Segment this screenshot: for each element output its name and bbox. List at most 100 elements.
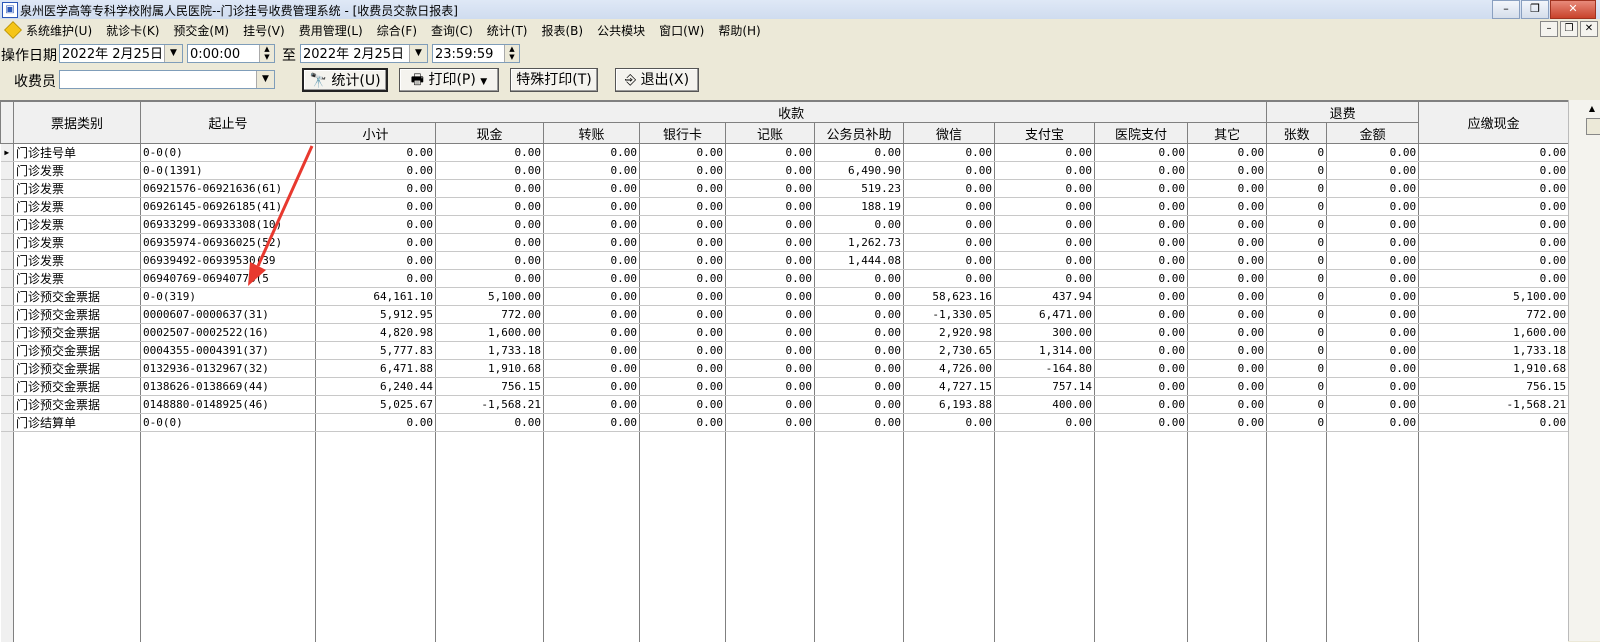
cell-amount[interactable]: 0.00 bbox=[1327, 288, 1419, 306]
cell-amount[interactable]: 0.00 bbox=[726, 306, 815, 324]
cashier-select[interactable]: ▼ bbox=[59, 70, 275, 89]
cell-amount[interactable]: 0.00 bbox=[544, 414, 640, 432]
cell-amount[interactable]: 0.00 bbox=[904, 198, 995, 216]
cell-amount[interactable]: 0.00 bbox=[1327, 180, 1419, 198]
cell-amount[interactable]: 0.00 bbox=[995, 270, 1095, 288]
cell-amount[interactable]: 0.00 bbox=[1095, 288, 1188, 306]
cell-amount[interactable]: 0.00 bbox=[726, 144, 815, 162]
cell-amount[interactable]: 6,240.44 bbox=[316, 378, 436, 396]
cell-amount[interactable]: 0.00 bbox=[1327, 252, 1419, 270]
cell-amount[interactable]: 0.00 bbox=[1188, 234, 1267, 252]
menu-window[interactable]: 窗口(W) bbox=[659, 22, 704, 39]
col-header[interactable]: 应缴现金 bbox=[1419, 102, 1568, 144]
col-header[interactable]: 起止号 bbox=[141, 102, 316, 144]
menu-system[interactable]: 系统维护(U) bbox=[26, 22, 92, 39]
col-header[interactable]: 张数 bbox=[1267, 123, 1327, 144]
cell-amount[interactable]: 0.00 bbox=[1095, 396, 1188, 414]
cell-amount[interactable]: 772.00 bbox=[1419, 306, 1568, 324]
cell-category[interactable]: 门诊发票 bbox=[14, 252, 141, 270]
menu-fee[interactable]: 费用管理(L) bbox=[299, 22, 363, 39]
cell-amount[interactable]: 0.00 bbox=[1419, 162, 1568, 180]
cell-amount[interactable]: 0.00 bbox=[1095, 324, 1188, 342]
cell-amount[interactable]: 0.00 bbox=[726, 252, 815, 270]
cell-number-range[interactable]: 0148880-0148925(46) bbox=[141, 396, 316, 414]
chevron-down-icon[interactable]: ▼ bbox=[164, 45, 182, 62]
menu-report[interactable]: 报表(B) bbox=[541, 22, 583, 39]
cell-amount[interactable]: 1,600.00 bbox=[1419, 324, 1568, 342]
cell-amount[interactable]: 0.00 bbox=[1188, 288, 1267, 306]
cell-amount[interactable]: 0.00 bbox=[436, 144, 544, 162]
cell-amount[interactable]: 0.00 bbox=[544, 306, 640, 324]
cell-amount[interactable]: 2,730.65 bbox=[904, 342, 995, 360]
exit-button[interactable]: ⎆ 退出(X) bbox=[615, 68, 699, 92]
close-button[interactable]: ✕ bbox=[1550, 0, 1596, 19]
cell-amount[interactable]: 0.00 bbox=[1419, 180, 1568, 198]
cell-amount[interactable]: 0.00 bbox=[1327, 144, 1419, 162]
cell-amount[interactable]: 0.00 bbox=[544, 180, 640, 198]
cell-amount[interactable]: 0.00 bbox=[640, 234, 726, 252]
cell-number-range[interactable]: 0002507-0002522(16) bbox=[141, 324, 316, 342]
cell-amount[interactable]: 0.00 bbox=[1188, 378, 1267, 396]
cell-number-range[interactable]: 0138626-0138669(44) bbox=[141, 378, 316, 396]
col-header[interactable]: 医院支付 bbox=[1095, 123, 1188, 144]
col-header[interactable]: 票据类别 bbox=[14, 102, 141, 144]
minimize-button[interactable]: – bbox=[1492, 0, 1520, 19]
cell-amount[interactable]: 64,161.10 bbox=[316, 288, 436, 306]
menu-prepay[interactable]: 预交金(M) bbox=[173, 22, 229, 39]
cell-amount[interactable]: 0.00 bbox=[815, 324, 904, 342]
col-header[interactable]: 公务员补助 bbox=[815, 123, 904, 144]
chevron-down-icon[interactable]: ▼ bbox=[256, 71, 274, 88]
col-header[interactable]: 小计 bbox=[316, 123, 436, 144]
cell-amount[interactable]: 0 bbox=[1267, 252, 1327, 270]
cell-amount[interactable]: 0 bbox=[1267, 180, 1327, 198]
cell-amount[interactable]: 0 bbox=[1267, 396, 1327, 414]
cell-category[interactable]: 门诊预交金票据 bbox=[14, 378, 141, 396]
cell-amount[interactable]: 0.00 bbox=[1327, 378, 1419, 396]
cell-amount[interactable]: 0.00 bbox=[1327, 414, 1419, 432]
cell-amount[interactable]: 0.00 bbox=[1327, 306, 1419, 324]
cell-amount[interactable]: 0.00 bbox=[904, 144, 995, 162]
col-header[interactable]: 其它 bbox=[1188, 123, 1267, 144]
special-print-button[interactable]: 特殊打印(T) bbox=[510, 68, 598, 92]
menu-general[interactable]: 综合(F) bbox=[377, 22, 417, 39]
cell-amount[interactable]: 0.00 bbox=[1095, 270, 1188, 288]
cell-amount[interactable]: 0.00 bbox=[995, 144, 1095, 162]
cell-number-range[interactable]: 06935974-06936025(52) bbox=[141, 234, 316, 252]
table-row[interactable]: 门诊预交金票据0132936-0132967(32)6,471.881,910.… bbox=[1, 360, 1569, 378]
cell-number-range[interactable]: 06933299-06933308(10) bbox=[141, 216, 316, 234]
cell-amount[interactable]: 0.00 bbox=[1327, 216, 1419, 234]
cell-amount[interactable]: 0 bbox=[1267, 342, 1327, 360]
cell-amount[interactable]: 0.00 bbox=[1188, 252, 1267, 270]
cell-amount[interactable]: 0.00 bbox=[726, 270, 815, 288]
cell-amount[interactable]: 0.00 bbox=[1188, 216, 1267, 234]
cell-amount[interactable]: 0.00 bbox=[726, 324, 815, 342]
cell-amount[interactable]: 0.00 bbox=[995, 180, 1095, 198]
cell-amount[interactable]: 756.15 bbox=[1419, 378, 1568, 396]
cell-amount[interactable]: 0.00 bbox=[1095, 180, 1188, 198]
cell-amount[interactable]: 0.00 bbox=[1188, 198, 1267, 216]
cell-amount[interactable]: 0.00 bbox=[640, 198, 726, 216]
cell-amount[interactable]: 0.00 bbox=[640, 180, 726, 198]
cell-amount[interactable]: 0.00 bbox=[1327, 162, 1419, 180]
cell-amount[interactable]: 0.00 bbox=[1095, 198, 1188, 216]
table-row[interactable]: 门诊发票06933299-06933308(10)0.000.000.000.0… bbox=[1, 216, 1569, 234]
table-row[interactable]: 门诊预交金票据0-0(319)64,161.105,100.000.000.00… bbox=[1, 288, 1569, 306]
cell-amount[interactable]: -164.80 bbox=[995, 360, 1095, 378]
cell-amount[interactable]: 0.00 bbox=[815, 414, 904, 432]
cell-amount[interactable]: 0 bbox=[1267, 270, 1327, 288]
cell-amount[interactable]: 0.00 bbox=[436, 252, 544, 270]
cell-amount[interactable]: 4,726.00 bbox=[904, 360, 995, 378]
cell-amount[interactable]: 0.00 bbox=[436, 180, 544, 198]
cell-category[interactable]: 门诊预交金票据 bbox=[14, 360, 141, 378]
cell-amount[interactable]: 0.00 bbox=[1095, 234, 1188, 252]
col-header[interactable]: 金额 bbox=[1327, 123, 1419, 144]
report-grid[interactable]: 票据类别 起止号 收款 退费 应缴现金 小计 现金 转账 银行卡 记账 公务员补… bbox=[0, 100, 1568, 642]
cell-amount[interactable]: 0.00 bbox=[1419, 216, 1568, 234]
cell-amount[interactable]: 0.00 bbox=[1188, 180, 1267, 198]
cell-amount[interactable]: 188.19 bbox=[815, 198, 904, 216]
cell-amount[interactable]: 0.00 bbox=[726, 414, 815, 432]
cell-amount[interactable]: 0.00 bbox=[904, 270, 995, 288]
table-row[interactable]: 门诊发票0-0(1391)0.000.000.000.000.006,490.9… bbox=[1, 162, 1569, 180]
cell-amount[interactable]: 4,727.15 bbox=[904, 378, 995, 396]
cell-amount[interactable]: 0.00 bbox=[640, 252, 726, 270]
